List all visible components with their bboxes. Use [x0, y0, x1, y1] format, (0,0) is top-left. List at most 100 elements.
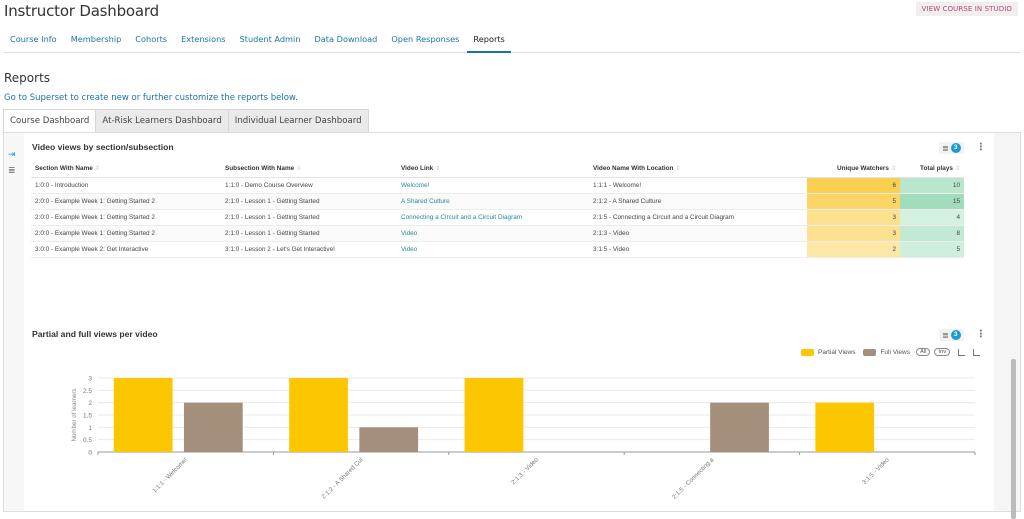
bar-full-views[interactable]: [359, 427, 419, 452]
legend-invert-button[interactable]: Inv: [934, 348, 951, 356]
table-row: 3:0:0 - Example Week 2: Get Interactive 3…: [31, 241, 964, 258]
bar-chart-svg: 0 0.5 1 1.5 2 2.5 3 Number of learners 1:1:1 - W…: [71, 376, 976, 501]
unique-watchers-cell: 6: [807, 177, 900, 194]
filter-sidebar-strip: ⇥ ≣: [4, 133, 24, 511]
nav-tab-cohorts[interactable]: Cohorts: [129, 32, 173, 53]
filter-icon[interactable]: ≣: [8, 165, 16, 176]
subsection-cell: 1:1:0 - Demo Course Overview: [221, 177, 397, 194]
video-link[interactable]: Video: [397, 241, 589, 258]
y-tick-label: 3: [88, 376, 92, 383]
x-tick-label: 1:1:1 - Welcome!: [151, 456, 189, 494]
dashboard-tabs: Course Dashboard At-Risk Learners Dashbo…: [3, 109, 369, 133]
video-link[interactable]: Welcome!: [397, 177, 589, 194]
bar-chart-title: Partial and full views per video: [32, 329, 158, 339]
column-header[interactable]: Section With Name ⇕: [31, 160, 221, 178]
instructor-nav: Course Info Membership Cohorts Extension…: [4, 32, 1020, 53]
video-name-cell: 2:1:2 - A Shared Culture: [589, 193, 807, 210]
sort-icon: ⇕: [954, 165, 960, 172]
sort-icon: ⇕: [890, 165, 896, 172]
section-cell: 1:0:0 - Introduction: [31, 177, 221, 194]
sort-icon: ⇕: [435, 165, 441, 172]
column-header[interactable]: Unique Watchers ⇕: [807, 160, 900, 178]
nav-tab-extensions[interactable]: Extensions: [175, 32, 231, 53]
x-tick-label: 2:1:2 - A Shared Cul: [320, 456, 364, 500]
section-cell: 2:0:0 - Example Week 1: Getting Started …: [31, 225, 221, 242]
y-tick-label: 1.5: [83, 413, 92, 420]
expand-right-icon[interactable]: ⇥: [8, 149, 16, 160]
brush-clear-icon[interactable]: [973, 348, 981, 356]
y-tick-label: 2.5: [83, 388, 92, 395]
bar-partial-views[interactable]: [464, 378, 524, 452]
tab-at-risk-learners-dashboard[interactable]: At-Risk Learners Dashboard: [96, 109, 229, 133]
y-tick-label: 0.5: [83, 437, 92, 444]
bar-full-views[interactable]: [710, 402, 769, 452]
dashboard-frame: ⇥ ≣ Video views by section/subsection ≣ …: [3, 132, 1021, 519]
x-tick-label: 2:1:3 - Video: [510, 456, 540, 486]
video-link[interactable]: Connecting a Circuit and a Circuit Diagr…: [397, 209, 589, 226]
bar-full-views[interactable]: [183, 402, 243, 452]
more-options-icon[interactable]: ⋮: [976, 143, 986, 153]
section-cell: 2:0:0 - Example Week 1: Getting Started …: [31, 193, 221, 210]
table-row: 2:0:0 - Example Week 1: Getting Started …: [31, 209, 964, 226]
legend-all-button[interactable]: All: [915, 348, 931, 356]
video-link[interactable]: A Shared Culture: [397, 193, 589, 210]
y-tick-label: 0: [88, 450, 92, 457]
total-plays-cell: 15: [900, 193, 964, 210]
tab-course-dashboard[interactable]: Course Dashboard: [3, 109, 97, 133]
table-row: 2:0:0 - Example Week 1: Getting Started …: [31, 225, 964, 242]
video-link[interactable]: Video: [397, 225, 589, 242]
table-chart-tools: ≣ 3 ⋮: [939, 142, 986, 154]
table-header-row: Section With Name ⇕ Subsection With Name ⇕…: [31, 160, 964, 178]
bar-partial-views[interactable]: [289, 378, 348, 452]
unique-watchers-cell: 5: [807, 193, 900, 210]
more-options-icon[interactable]: ⋮: [976, 330, 986, 340]
nav-tab-student-admin[interactable]: Student Admin: [234, 32, 307, 53]
superset-link[interactable]: Go to Superset to create new or further …: [4, 93, 298, 103]
table-chart-title: Video views by section/subsection: [32, 142, 174, 152]
section-cell: 3:0:0 - Example Week 2: Get Interactive: [31, 241, 221, 258]
video-name-cell: 3:1:5 - Video: [589, 241, 807, 258]
total-plays-cell: 10: [900, 177, 964, 194]
page-title: Instructor Dashboard: [4, 2, 159, 20]
subsection-cell: 3:1:0 - Lesson 2 - Let's Get Interactive…: [221, 241, 397, 258]
nav-tab-data-download[interactable]: Data Download: [308, 32, 383, 53]
section-cell: 2:0:0 - Example Week 1: Getting Started …: [31, 209, 221, 226]
legend-label-partial-views[interactable]: Partial Views: [818, 349, 855, 356]
bar-partial-views[interactable]: [113, 378, 173, 452]
unique-watchers-cell: 3: [807, 209, 900, 226]
scrollbar[interactable]: [1011, 359, 1016, 519]
subsection-cell: 2:1:0 - Lesson 1 - Getting Started: [221, 209, 397, 226]
y-tick-label: 1: [88, 425, 92, 432]
legend-swatch-full-views[interactable]: [863, 348, 877, 356]
chart-legend: Partial Views Full Views All Inv: [793, 348, 981, 356]
brush-select-icon[interactable]: [958, 348, 966, 356]
legend-swatch-partial-views[interactable]: [801, 348, 814, 356]
total-plays-cell: 4: [900, 209, 964, 226]
column-header[interactable]: Subsection With Name ⇕: [221, 160, 397, 178]
filter-icon: ≣: [942, 143, 949, 153]
bar-partial-views[interactable]: [815, 402, 875, 452]
column-header[interactable]: Total plays ⇕: [900, 160, 964, 178]
x-tick-label: 2:1:5 - Connecting a: [671, 456, 716, 501]
sort-icon: ⇕: [296, 165, 302, 172]
legend-label-full-views[interactable]: Full Views: [880, 349, 910, 356]
reports-heading: Reports: [4, 71, 51, 85]
nav-tab-reports[interactable]: Reports: [467, 32, 511, 53]
y-axis-label: Number of learners: [71, 389, 78, 442]
tab-individual-learner-dashboard[interactable]: Individual Learner Dashboard: [228, 109, 369, 133]
filter-icon: ≣: [942, 330, 949, 340]
nav-tab-membership[interactable]: Membership: [65, 32, 128, 53]
nav-tab-open-responses[interactable]: Open Responses: [385, 32, 465, 53]
unique-watchers-cell: 2: [807, 241, 900, 258]
column-header[interactable]: Video Name With Location ⇕: [589, 160, 807, 178]
nav-tab-course-info[interactable]: Course Info: [4, 32, 63, 53]
filter-count-badge: 3: [950, 143, 961, 153]
dashboard-body: Video views by section/subsection ≣ 3 ⋮ …: [24, 133, 996, 511]
bar-filter-indicator[interactable]: ≣ 3: [939, 329, 964, 341]
filter-count-badge: 3: [950, 330, 961, 340]
table-filter-indicator[interactable]: ≣ 3: [939, 142, 964, 154]
table-row: 1:0:0 - Introduction 1:1:0 - Demo Course …: [31, 177, 964, 194]
column-header[interactable]: Video Link ⇕: [397, 160, 589, 178]
subsection-cell: 2:1:0 - Lesson 1 - Getting Started: [221, 225, 397, 242]
view-course-in-studio-button[interactable]: VIEW COURSE IN STUDIO: [915, 2, 1018, 16]
